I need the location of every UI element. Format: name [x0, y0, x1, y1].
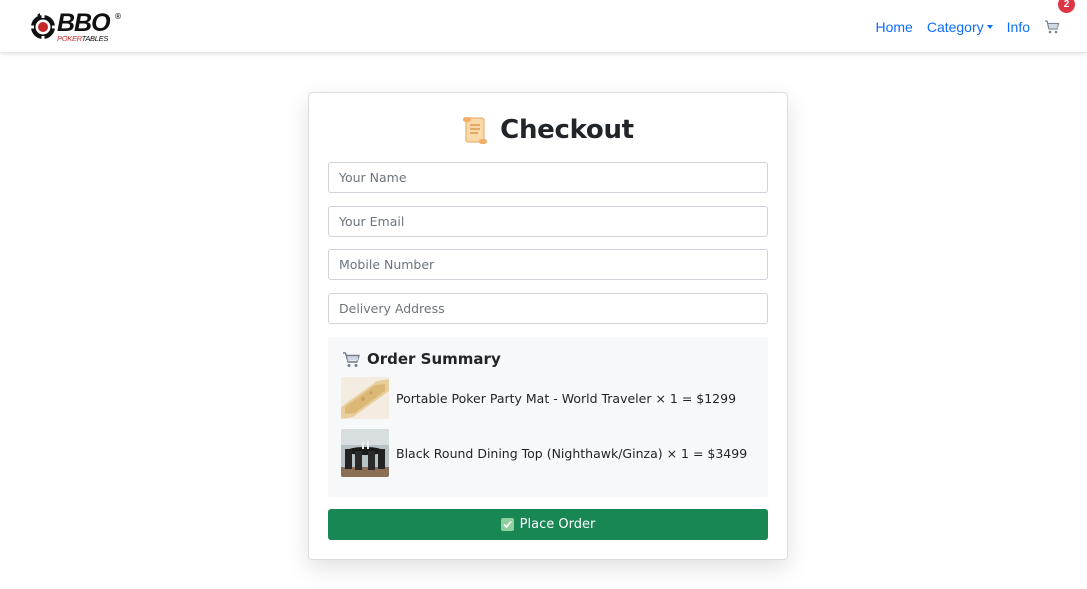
mobile-input[interactable] [328, 249, 768, 280]
checkout-card: Checkout Order Summary [308, 92, 788, 560]
place-order-button[interactable]: Place Order [328, 509, 768, 540]
brand-tagline: POKERTABLES [57, 34, 108, 43]
dining-table-image [341, 429, 389, 477]
nav-home[interactable]: Home [875, 19, 912, 35]
product-thumbnail [341, 429, 389, 477]
page-title: Checkout [500, 115, 634, 145]
nav-category-dropdown[interactable]: Category [927, 19, 993, 35]
order-item-text: Black Round Dining Top (Nighthawk/Ginza)… [396, 445, 748, 461]
order-item-text: Portable Poker Party Mat - World Travele… [396, 390, 737, 406]
poker-chip-icon [31, 13, 55, 39]
check-mark-icon [500, 518, 514, 531]
cart-count-badge: 2 [1058, 0, 1075, 13]
order-summary-header: Order Summary [342, 350, 501, 368]
order-item: Black Round Dining Top (Nighthawk/Ginza)… [341, 429, 747, 477]
brand-name: BBO [57, 9, 111, 37]
brand-tagline-dark: TABLES [81, 34, 109, 43]
caret-down-icon [986, 25, 993, 29]
scroll-icon [463, 117, 488, 144]
brand-tagline-red: POKER [57, 34, 82, 43]
name-input[interactable] [328, 162, 768, 193]
shopping-cart-icon [1045, 19, 1060, 33]
order-summary-title: Order Summary [367, 350, 501, 368]
nav-info[interactable]: Info [1007, 19, 1030, 35]
order-item: Portable Poker Party Mat - World Travele… [341, 377, 736, 419]
shopping-cart-icon [343, 351, 360, 367]
nav-category-label: Category [926, 18, 984, 35]
product-thumbnail [341, 377, 389, 419]
poker-mat-image [341, 377, 389, 419]
address-input[interactable] [328, 293, 768, 324]
registered-mark: ® [114, 12, 122, 21]
checkout-header: Checkout [309, 113, 787, 147]
place-order-label: Place Order [519, 517, 596, 532]
order-summary: Order Summary Portable Poker Party Mat -… [328, 337, 768, 497]
brand-logo[interactable]: BBO ® POKERTABLES [29, 9, 122, 43]
email-input[interactable] [328, 206, 768, 237]
nav-links: Home Category Info 2 [861, 0, 1075, 53]
nav-cart[interactable]: 2 [1044, 0, 1075, 35]
navbar: BBO ® POKERTABLES Home Category Info 2 [0, 0, 1087, 53]
